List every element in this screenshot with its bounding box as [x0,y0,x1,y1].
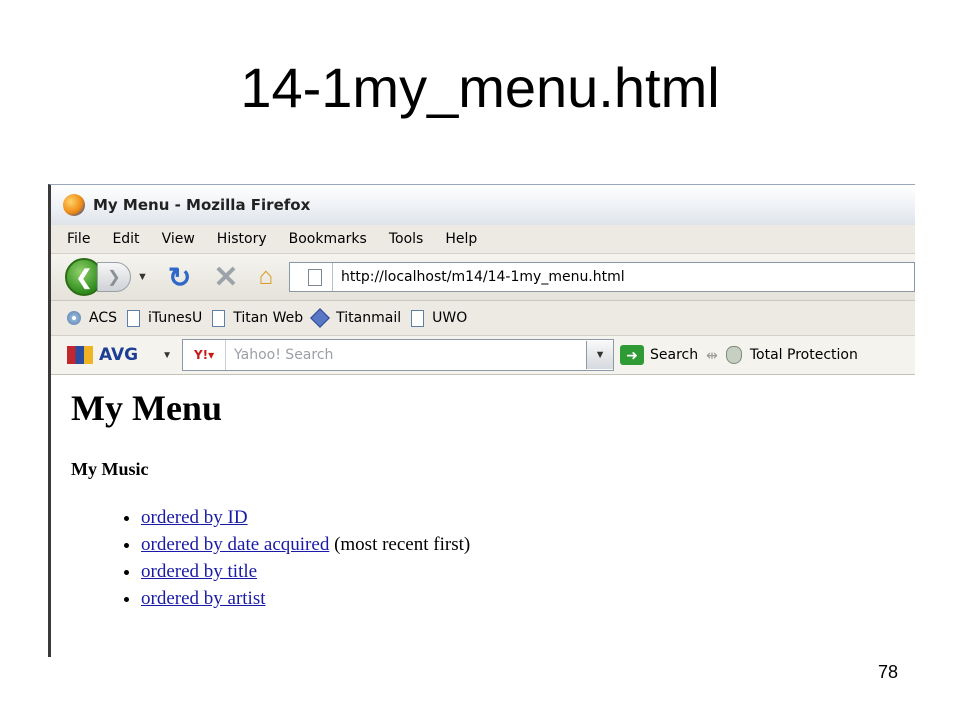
avg-dropdown-icon[interactable]: ▼ [162,350,172,361]
yahoo-search-box: Y!▾ ▼ [182,339,615,371]
forward-button[interactable]: ❯ [97,262,131,292]
bookmark-label: iTunesU [148,310,203,326]
bookmark-itunesu[interactable]: iTunesU [127,309,203,327]
avg-logo-icon[interactable] [67,346,93,364]
history-dropdown-icon[interactable]: ▼ [137,271,148,283]
link-note: (most recent first) [329,534,471,555]
menu-bar: File Edit View History Bookmarks Tools H… [51,225,915,254]
link-ordered-by-title[interactable]: ordered by title [141,561,257,582]
url-bar[interactable]: http://localhost/m14/14-1my_menu.html [289,262,915,292]
bookmark-label: ACS [89,310,117,326]
home-icon[interactable]: ⌂ [259,263,274,291]
link-ordered-by-id[interactable]: ordered by ID [141,507,248,528]
link-ordered-by-artist[interactable]: ordered by artist [141,588,266,609]
toolbar-grip-icon[interactable]: ⇹ [706,347,718,364]
menu-bookmarks[interactable]: Bookmarks [289,231,367,247]
page-heading: My Menu [71,388,222,428]
bookmark-label: Titanmail [336,310,402,326]
diamond-icon [310,308,331,328]
search-history-dropdown-icon[interactable]: ▼ [586,341,614,369]
page-icon [127,309,140,327]
menu-view[interactable]: View [162,231,195,247]
bookmark-label: Titan Web [233,310,304,326]
navigation-toolbar: ❮ ❯ ▼ ↻ ✕ ⌂ http://localhost/m14/14-1my_… [51,254,915,301]
bookmark-titanmail[interactable]: Titanmail [310,308,402,328]
menu-help[interactable]: Help [445,231,477,247]
music-menu-list: ordered by ID ordered by date acquired (… [71,504,915,612]
yahoo-logo-icon[interactable]: Y!▾ [183,340,227,370]
reload-icon[interactable]: ↻ [168,261,191,294]
stop-icon[interactable]: ✕ [213,260,238,295]
bookmark-acs[interactable]: ACS [67,310,117,326]
bookmark-uwo[interactable]: UWO [411,309,468,327]
page-icon [411,309,425,327]
list-item: ordered by date acquired (most recent fi… [141,531,915,558]
avg-toolbar: AVG ▼ Y!▾ ▼ ➜ Search ⇹ Total Protection [51,336,915,375]
window-title: My Menu - Mozilla Firefox [93,196,311,214]
browser-screenshot: My Menu - Mozilla Firefox File Edit View… [48,184,915,657]
menu-edit[interactable]: Edit [112,231,139,247]
url-text[interactable]: http://localhost/m14/14-1my_menu.html [341,269,625,285]
search-button[interactable]: Search [650,347,698,363]
yahoo-search-input[interactable] [226,340,587,370]
window-titlebar: My Menu - Mozilla Firefox [51,185,915,225]
menu-tools[interactable]: Tools [389,231,424,247]
slide-title: 14-1my_menu.html [240,56,720,119]
page-icon [308,268,322,286]
firefox-logo-icon [63,194,85,216]
menu-file[interactable]: File [67,231,90,247]
url-divider [332,263,333,291]
list-item: ordered by ID [141,504,915,531]
bookmark-label: UWO [432,310,468,326]
section-heading: My Music [71,459,149,479]
slide-page-number: 78 [878,662,899,682]
forward-arrow-icon: ❯ [107,269,121,286]
disc-icon [67,311,81,325]
shield-icon [725,346,742,364]
link-ordered-by-date[interactable]: ordered by date acquired [141,534,329,555]
total-protection-button[interactable]: Total Protection [750,347,858,363]
search-go-icon[interactable]: ➜ [620,345,645,365]
bookmark-titan-web[interactable]: Titan Web [212,309,304,327]
page-icon [212,309,226,327]
avg-brand[interactable]: AVG [99,345,138,365]
list-item: ordered by artist [141,585,915,612]
back-arrow-icon: ❮ [75,266,93,289]
menu-history[interactable]: History [217,231,267,247]
page-content: My Menu My Music ordered by ID ordered b… [51,375,915,612]
list-item: ordered by title [141,558,915,585]
bookmarks-toolbar: ACS iTunesU Titan Web Titanmail UWO [51,301,915,336]
